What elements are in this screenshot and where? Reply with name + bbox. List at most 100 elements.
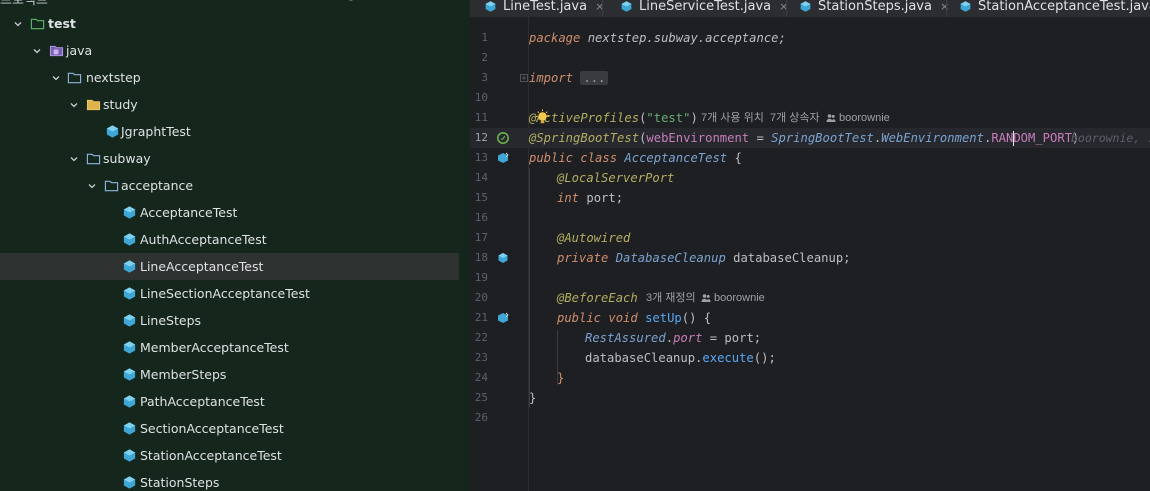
code-line-current[interactable]: 12 @SpringBootTest(webEnvironment = Spri…: [470, 128, 1150, 149]
tab-divider: [946, 0, 947, 17]
code-text[interactable]: private DatabaseCleanup databaseCleanup;: [557, 248, 851, 268]
code-text[interactable]: int port;: [557, 188, 623, 208]
tree-item-linesteps[interactable]: LineSteps: [0, 307, 470, 334]
code-text[interactable]: @ActiveProfiles("test"): [529, 108, 698, 128]
inheritors-hint[interactable]: 7개 상속자: [770, 108, 820, 128]
chevron-down-icon[interactable]: [68, 91, 80, 118]
class-ref: WebEnvironment: [881, 131, 984, 145]
code-text[interactable]: @LocalServerPort: [557, 168, 674, 188]
code-text[interactable]: @Autowired: [557, 228, 630, 248]
code-text[interactable]: public class AcceptanceTest {: [529, 148, 742, 168]
tree-item-pathacceptancetest[interactable]: PathAcceptanceTest: [0, 388, 470, 415]
tree-item-memberacceptancetest[interactable]: MemberAcceptanceTest: [0, 334, 470, 361]
chevron-down-icon[interactable]: [50, 64, 62, 91]
tab-label: StationAcceptanceTest.java: [978, 0, 1150, 14]
spring-bean-icon[interactable]: [496, 131, 510, 145]
more-options-icon[interactable]: ⋮: [428, 0, 442, 3]
editor-tab-bar: LineTest.java × LineServiceTest.java × S…: [470, 0, 1150, 17]
tree-item-authacceptancetest[interactable]: AuthAcceptanceTest: [0, 226, 470, 253]
code-line[interactable]: 1 package nextstep.subway.acceptance;: [470, 28, 1150, 48]
code-line[interactable]: 23 databaseCleanup.execute();: [470, 348, 1150, 368]
tree-item-acceptancetest[interactable]: AcceptanceTest: [0, 199, 470, 226]
code-line[interactable]: 10: [470, 88, 1150, 108]
code-line[interactable]: 3 import ...: [470, 68, 1150, 88]
chevron-down-icon[interactable]: [31, 37, 43, 64]
expand-all-icon[interactable]: ⤢: [368, 0, 382, 3]
tree-item-linesectionacceptancetest[interactable]: LineSectionAcceptanceTest: [0, 280, 470, 307]
code-line[interactable]: 22 RestAssured.port = port;: [470, 328, 1150, 348]
target-icon[interactable]: ◎: [344, 0, 358, 3]
code-line[interactable]: 16: [470, 208, 1150, 228]
code-editor[interactable]: LineTest.java × LineServiceTest.java × S…: [470, 0, 1150, 491]
code-line[interactable]: 25 }: [470, 388, 1150, 408]
code-text[interactable]: }: [529, 388, 536, 408]
code-line[interactable]: 24 }: [470, 368, 1150, 388]
code-text[interactable]: public void setUp() {: [557, 308, 711, 328]
hide-panel-icon[interactable]: –: [454, 0, 468, 3]
project-view-title[interactable]: 프로젝트: [0, 0, 48, 8]
usages-hint[interactable]: 7개 사용 위치: [701, 108, 764, 128]
close-icon[interactable]: ×: [940, 0, 949, 13]
code-line[interactable]: 14 @LocalServerPort: [470, 168, 1150, 188]
code-line[interactable]: 26: [470, 408, 1150, 428]
code-line[interactable]: 2: [470, 48, 1150, 68]
code-text[interactable]: RestAssured.port = port;: [585, 328, 761, 348]
git-blame-hint[interactable]: boorownie, ...: [1071, 128, 1150, 148]
tab-stationsteps[interactable]: StationSteps.java ×: [799, 0, 949, 17]
implemented-icon[interactable]: [496, 151, 510, 165]
overrides-icon[interactable]: [496, 311, 510, 325]
code-text[interactable]: @BeforeEach: [557, 288, 638, 308]
fold-icon[interactable]: [520, 74, 528, 82]
folder-icon: [85, 91, 101, 118]
tree-item-label: LineAcceptanceTest: [140, 259, 264, 274]
enum-constant: RAN: [991, 131, 1014, 145]
code-line[interactable]: 13 public class AcceptanceTest {: [470, 148, 1150, 168]
line-number: 26: [474, 411, 488, 424]
author-hint[interactable]: boorownie: [826, 108, 890, 128]
code-line[interactable]: 20 @BeforeEach 3개 재정의 boorownie: [470, 288, 1150, 308]
chevron-down-icon[interactable]: [86, 172, 98, 199]
tree-item-sectionacceptancetest[interactable]: SectionAcceptanceTest: [0, 415, 470, 442]
code-text[interactable]: @SpringBootTest(webEnvironment = SpringB…: [529, 128, 1079, 148]
line-number: 17: [474, 231, 488, 244]
tree-item-nextstep[interactable]: nextstep: [0, 64, 470, 91]
chevron-down-icon[interactable]: ⌄: [56, 0, 65, 3]
tab-linetest[interactable]: LineTest.java ×: [484, 0, 604, 17]
code-text[interactable]: databaseCleanup.execute();: [585, 348, 776, 368]
tree-item-acceptance[interactable]: acceptance: [0, 172, 470, 199]
tree-item-study[interactable]: study: [0, 91, 470, 118]
code-text[interactable]: }: [557, 368, 564, 388]
code-text[interactable]: import ...: [529, 68, 609, 88]
tab-stationacceptancetest[interactable]: StationAcceptanceTest.java: [959, 0, 1150, 17]
tree-item-subway[interactable]: subway: [0, 145, 470, 172]
tree-item-label: MemberAcceptanceTest: [140, 340, 289, 355]
chevron-down-icon[interactable]: [68, 145, 80, 172]
code-line[interactable]: 17 @Autowired: [470, 228, 1150, 248]
line-number: 3: [481, 71, 488, 84]
test-class-icon: [121, 253, 137, 280]
overrides-hint[interactable]: 3개 재정의: [646, 288, 696, 308]
tree-item-stationsteps[interactable]: StationSteps: [0, 469, 470, 491]
lightbulb-icon[interactable]: [534, 109, 551, 126]
code-line[interactable]: 15 int port;: [470, 188, 1150, 208]
code-line[interactable]: 18 private DatabaseCleanup databaseClean…: [470, 248, 1150, 268]
keyword: public: [557, 311, 602, 325]
tab-lineservicetest[interactable]: LineServiceTest.java ×: [620, 0, 788, 17]
code-text[interactable]: package nextstep.subway.acceptance;: [529, 28, 786, 48]
tree-item-jgraphttest[interactable]: JgraphtTest: [0, 118, 470, 145]
tree-item-lineacceptancetest[interactable]: LineAcceptanceTest: [0, 253, 459, 280]
autowired-bean-icon[interactable]: [496, 251, 510, 265]
tree-item-java[interactable]: java: [0, 37, 470, 64]
author-hint[interactable]: boorownie: [701, 288, 765, 308]
collapse-all-icon[interactable]: ⤡: [392, 0, 406, 3]
code-line[interactable]: 11 @ActiveProfiles("test") 7개 사용 위치 7개 상…: [470, 108, 1150, 128]
code-line[interactable]: 21 public void setUp() {: [470, 308, 1150, 328]
method-tail: () {: [681, 311, 712, 325]
tree-item-test[interactable]: test: [0, 10, 470, 37]
chevron-down-icon[interactable]: [12, 10, 24, 37]
tree-item-membersteps[interactable]: MemberSteps: [0, 361, 470, 388]
test-class-icon: [121, 442, 137, 469]
collapsed-imports[interactable]: ...: [580, 71, 609, 85]
code-line[interactable]: 19: [470, 268, 1150, 288]
tree-item-stationacceptancetest[interactable]: StationAcceptanceTest: [0, 442, 470, 469]
